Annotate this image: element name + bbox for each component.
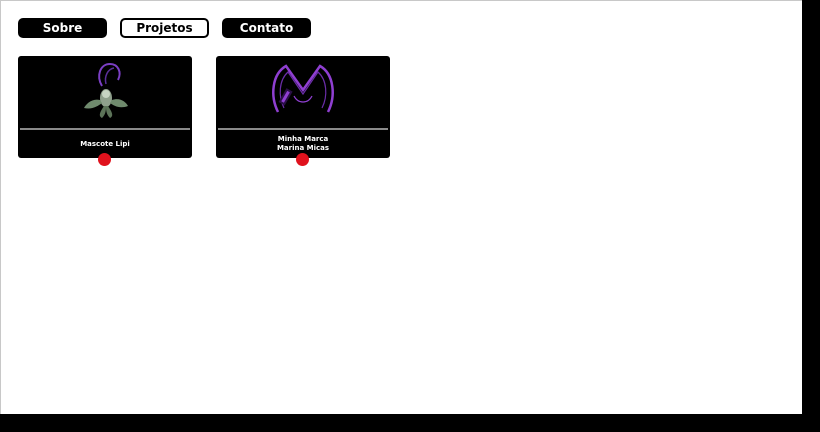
nav-button-contato[interactable]: Contato [222, 18, 311, 38]
project-title-line-1: Minha Marca [277, 135, 329, 143]
project-card-mascote-lipi[interactable]: Mascote Lipi [18, 56, 192, 158]
bottom-border-bar [0, 414, 820, 432]
card-indicator-dot [98, 153, 111, 166]
project-title-line-2: Marina Micas [276, 144, 330, 152]
right-border-bar [802, 0, 820, 432]
nav-button-projetos[interactable]: Projetos [120, 18, 209, 38]
card-indicator-dot [296, 153, 309, 166]
project-card-title: Mascote Lipi [18, 134, 192, 154]
marina-micas-logo-icon [272, 64, 334, 113]
project-card-minha-marca[interactable]: Minha Marca Marina Micas [216, 56, 390, 158]
card-divider [218, 128, 388, 130]
project-card-title: Minha Marca Marina Micas [216, 134, 390, 154]
main-nav: Sobre Projetos Contato [18, 18, 311, 38]
project-title-line-1: Mascote Lipi [80, 139, 130, 148]
lipi-mascot-icon [84, 62, 128, 118]
card-divider [20, 128, 190, 130]
nav-button-sobre[interactable]: Sobre [18, 18, 107, 38]
